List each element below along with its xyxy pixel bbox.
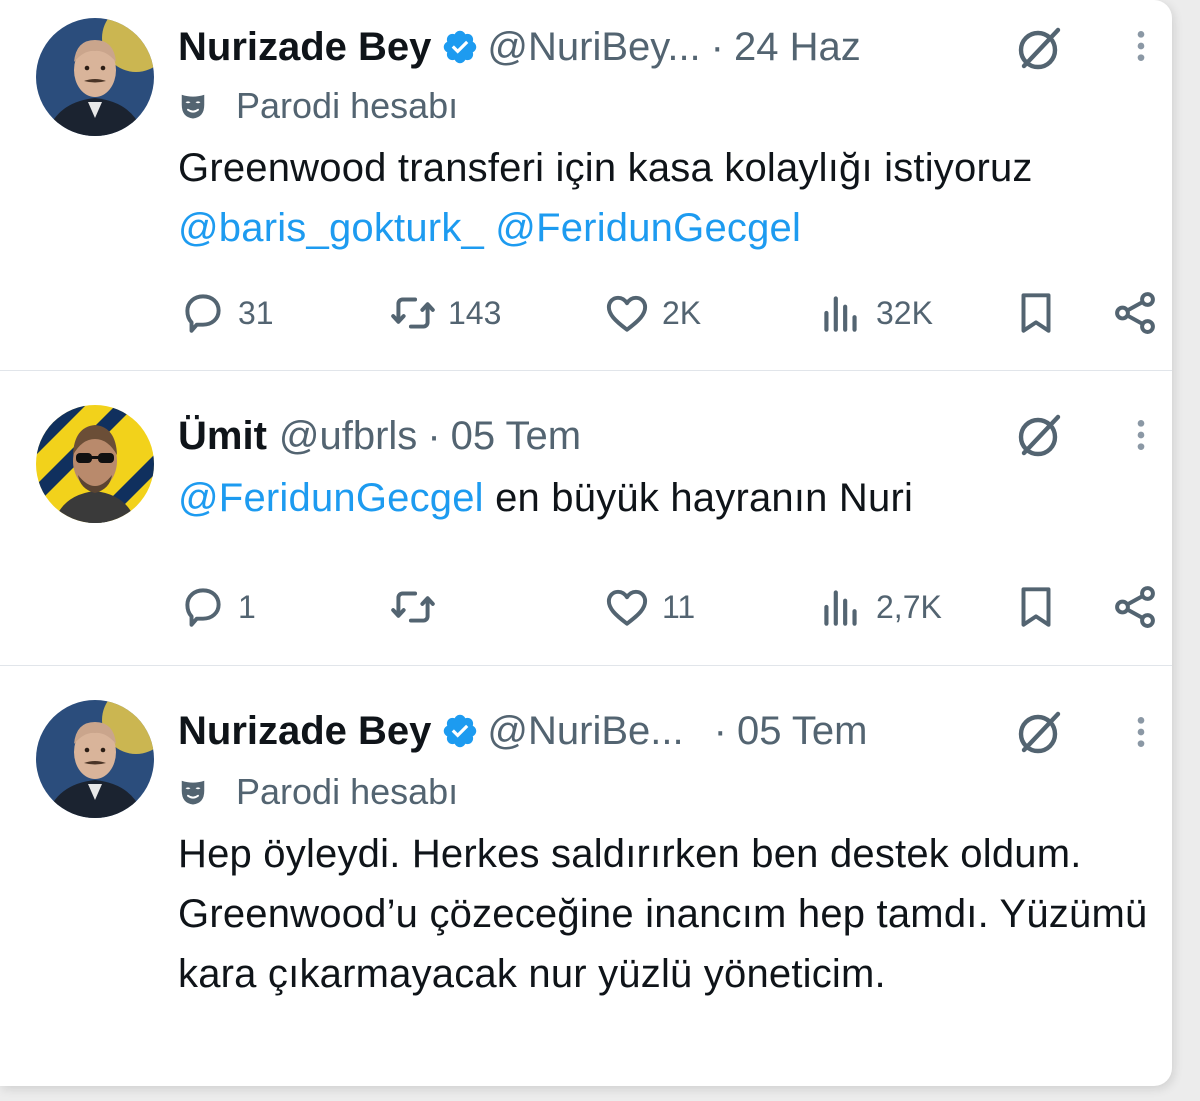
parody-mask-icon: [178, 91, 208, 121]
bookmark-button[interactable]: [1011, 582, 1061, 632]
share-button[interactable]: [1110, 288, 1160, 338]
retweet-count: 143: [448, 294, 502, 331]
grok-icon[interactable]: [1016, 411, 1064, 459]
mention-link[interactable]: @baris_gokturk_: [178, 206, 484, 250]
like-icon: [602, 582, 652, 632]
more-options-icon[interactable]: [1134, 26, 1148, 66]
author-name[interactable]: Nurizade Bey: [178, 709, 431, 754]
views-count: 32K: [876, 294, 933, 331]
like-count: 11: [662, 588, 696, 625]
author-name[interactable]: Ümit: [178, 414, 267, 459]
bookmark-icon: [1011, 288, 1061, 338]
author-handle[interactable]: @NuriBe...: [487, 709, 683, 754]
author-name[interactable]: Nurizade Bey: [178, 25, 431, 70]
bookmark-icon: [1011, 582, 1061, 632]
bookmark-button[interactable]: [1011, 288, 1061, 338]
tweet-text: Greenwood transferi için kasa kolaylığı …: [178, 138, 1168, 258]
reply-count: 1: [238, 588, 256, 625]
tweet-thread: Nurizade Bey @NuriBey... · 24 Haz Parodi…: [0, 0, 1172, 1086]
grok-icon[interactable]: [1016, 708, 1064, 756]
views-button[interactable]: 32K: [816, 288, 933, 338]
retweet-button[interactable]: [388, 582, 448, 632]
reply-button[interactable]: 31: [178, 288, 274, 338]
tweet-text-body: Hep öyleydi. Herkes saldırırken ben dest…: [178, 832, 1148, 996]
avatar[interactable]: [36, 405, 154, 523]
share-icon: [1110, 288, 1160, 338]
like-icon: [602, 288, 652, 338]
parody-label: Parodi hesabı: [178, 770, 458, 814]
like-button[interactable]: 11: [602, 582, 695, 632]
verified-badge-icon[interactable]: [441, 712, 479, 750]
views-icon: [816, 288, 866, 338]
like-button[interactable]: 2K: [602, 288, 701, 338]
tweet[interactable]: Nurizade Bey @NuriBey... · 24 Haz Parodi…: [0, 0, 1172, 370]
tweet[interactable]: Ümit @ufbrls · 05 Tem @FeridunGecgel en …: [0, 371, 1172, 665]
reply-button[interactable]: 1: [178, 582, 256, 632]
avatar[interactable]: [36, 18, 154, 136]
parody-label-text: Parodi hesabı: [236, 771, 459, 812]
tweet-header: Nurizade Bey @NuriBey... · 24 Haz: [178, 22, 861, 72]
share-icon: [1110, 582, 1160, 632]
tweet-header: Nurizade Bey @NuriBe... · 05 Tem: [178, 706, 867, 756]
verified-badge-icon[interactable]: [441, 28, 479, 66]
tweet[interactable]: Nurizade Bey @NuriBe... · 05 Tem Parodi …: [0, 666, 1172, 1086]
parody-label: Parodi hesabı: [178, 84, 458, 128]
more-options-icon[interactable]: [1134, 415, 1148, 455]
tweet-text: Hep öyleydi. Herkes saldırırken ben dest…: [178, 824, 1168, 1004]
parody-label-text: Parodi hesabı: [236, 85, 459, 126]
reply-count: 31: [238, 294, 274, 331]
parody-mask-icon: [178, 777, 208, 807]
reply-icon: [178, 288, 228, 338]
author-handle[interactable]: @ufbrls: [279, 414, 417, 459]
tweet-text-body: en büyük hayranın Nuri: [483, 476, 914, 520]
views-icon: [816, 582, 866, 632]
avatar-image: [36, 700, 154, 818]
action-bar: 31 143 2K 32K: [178, 288, 1158, 338]
retweet-button[interactable]: 143: [388, 288, 501, 338]
retweet-icon: [388, 288, 438, 338]
more-options-icon[interactable]: [1134, 712, 1148, 752]
retweet-icon: [388, 582, 438, 632]
avatar-image: [36, 18, 154, 136]
tweet-text-body: Greenwood transferi için kasa kolaylığı …: [178, 146, 1033, 190]
author-handle[interactable]: @NuriBey...: [487, 25, 700, 70]
avatar-image: [36, 405, 154, 523]
tweet-date[interactable]: 05 Tem: [451, 414, 581, 459]
mention-link[interactable]: @FeridunGecgel: [495, 206, 801, 250]
like-count: 2K: [662, 294, 702, 331]
separator-dot: ·: [427, 413, 441, 458]
avatar[interactable]: [36, 700, 154, 818]
tweet-header: Ümit @ufbrls · 05 Tem: [178, 411, 581, 461]
tweet-date[interactable]: 05 Tem: [737, 709, 867, 754]
mention-link[interactable]: @FeridunGecgel: [178, 476, 484, 520]
action-bar: 1 11 2,7K: [178, 582, 1158, 632]
separator-dot: ·: [710, 24, 724, 69]
tweet-date[interactable]: 24 Haz: [734, 25, 861, 70]
grok-icon[interactable]: [1016, 24, 1064, 72]
tweet-text: @FeridunGecgel en büyük hayranın Nuri: [178, 468, 1168, 528]
share-button[interactable]: [1110, 582, 1160, 632]
reply-icon: [178, 582, 228, 632]
views-button[interactable]: 2,7K: [816, 582, 942, 632]
separator-dot: ·: [713, 708, 727, 753]
views-count: 2,7K: [876, 588, 942, 625]
